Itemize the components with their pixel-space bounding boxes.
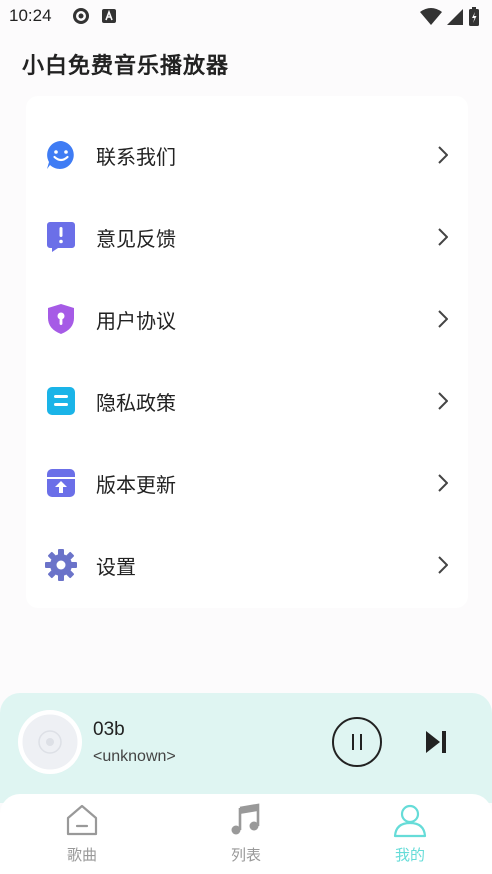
menu-item-contact-us[interactable]: 联系我们 — [26, 114, 468, 196]
smile-chat-icon — [44, 138, 78, 172]
menu-card: 联系我们 意见反馈 用户协议 隐私政策 版本更新 设置 — [26, 96, 468, 608]
menu-item-label: 设置 — [96, 554, 136, 579]
update-box-icon — [44, 466, 78, 500]
pause-button[interactable] — [332, 717, 382, 767]
chevron-right-icon — [436, 555, 450, 575]
menu-item-user-agreement[interactable]: 用户协议 — [26, 278, 468, 360]
disc-icon — [19, 711, 81, 773]
song-artist: <unknown> — [93, 748, 176, 765]
bottom-nav: 歌曲 列表 我的 — [0, 794, 492, 874]
signal-icon — [447, 9, 463, 25]
tab-label: 列表 — [230, 846, 261, 864]
tab-label: 我的 — [394, 846, 425, 864]
tab-songs[interactable]: 歌曲 — [32, 802, 132, 868]
menu-item-version-update[interactable]: 版本更新 — [26, 442, 468, 524]
menu-item-label: 隐私政策 — [96, 390, 176, 415]
menu-item-privacy-policy[interactable]: 隐私政策 — [26, 360, 468, 442]
menu-item-label: 用户协议 — [96, 308, 176, 333]
menu-item-feedback[interactable]: 意见反馈 — [26, 196, 468, 278]
tab-mine[interactable]: 我的 — [360, 802, 460, 868]
privacy-doc-icon — [44, 384, 78, 418]
app-title: 小白免费音乐播放器 — [22, 54, 230, 79]
wifi-icon — [420, 8, 442, 25]
feedback-icon — [44, 220, 78, 254]
status-bar: 10:24 — [0, 0, 492, 32]
menu-item-label: 联系我们 — [96, 144, 176, 169]
mini-player[interactable]: 03b <unknown> — [0, 693, 492, 803]
skip-next-icon[interactable] — [424, 729, 448, 755]
menu-item-label: 意见反馈 — [96, 226, 176, 251]
chevron-right-icon — [436, 227, 450, 247]
font-a-icon — [102, 9, 116, 23]
music-note-icon — [231, 803, 260, 835]
menu-item-settings[interactable]: 设置 — [26, 524, 468, 606]
status-time: 10:24 — [9, 6, 52, 25]
album-art[interactable] — [18, 710, 82, 774]
chevron-right-icon — [436, 145, 450, 165]
user-icon — [393, 804, 427, 838]
shield-lock-icon — [44, 302, 78, 336]
menu-item-label: 版本更新 — [96, 472, 176, 497]
chevron-right-icon — [436, 391, 450, 411]
tab-label: 歌曲 — [66, 846, 97, 864]
gear-icon — [44, 548, 78, 582]
tab-list[interactable]: 列表 — [196, 802, 296, 868]
battery-icon — [469, 7, 479, 26]
song-title: 03b — [93, 719, 125, 740]
pause-icon — [352, 734, 354, 750]
record-icon — [73, 8, 89, 24]
chevron-right-icon — [436, 309, 450, 329]
home-icon — [66, 804, 98, 836]
chevron-right-icon — [436, 473, 450, 493]
